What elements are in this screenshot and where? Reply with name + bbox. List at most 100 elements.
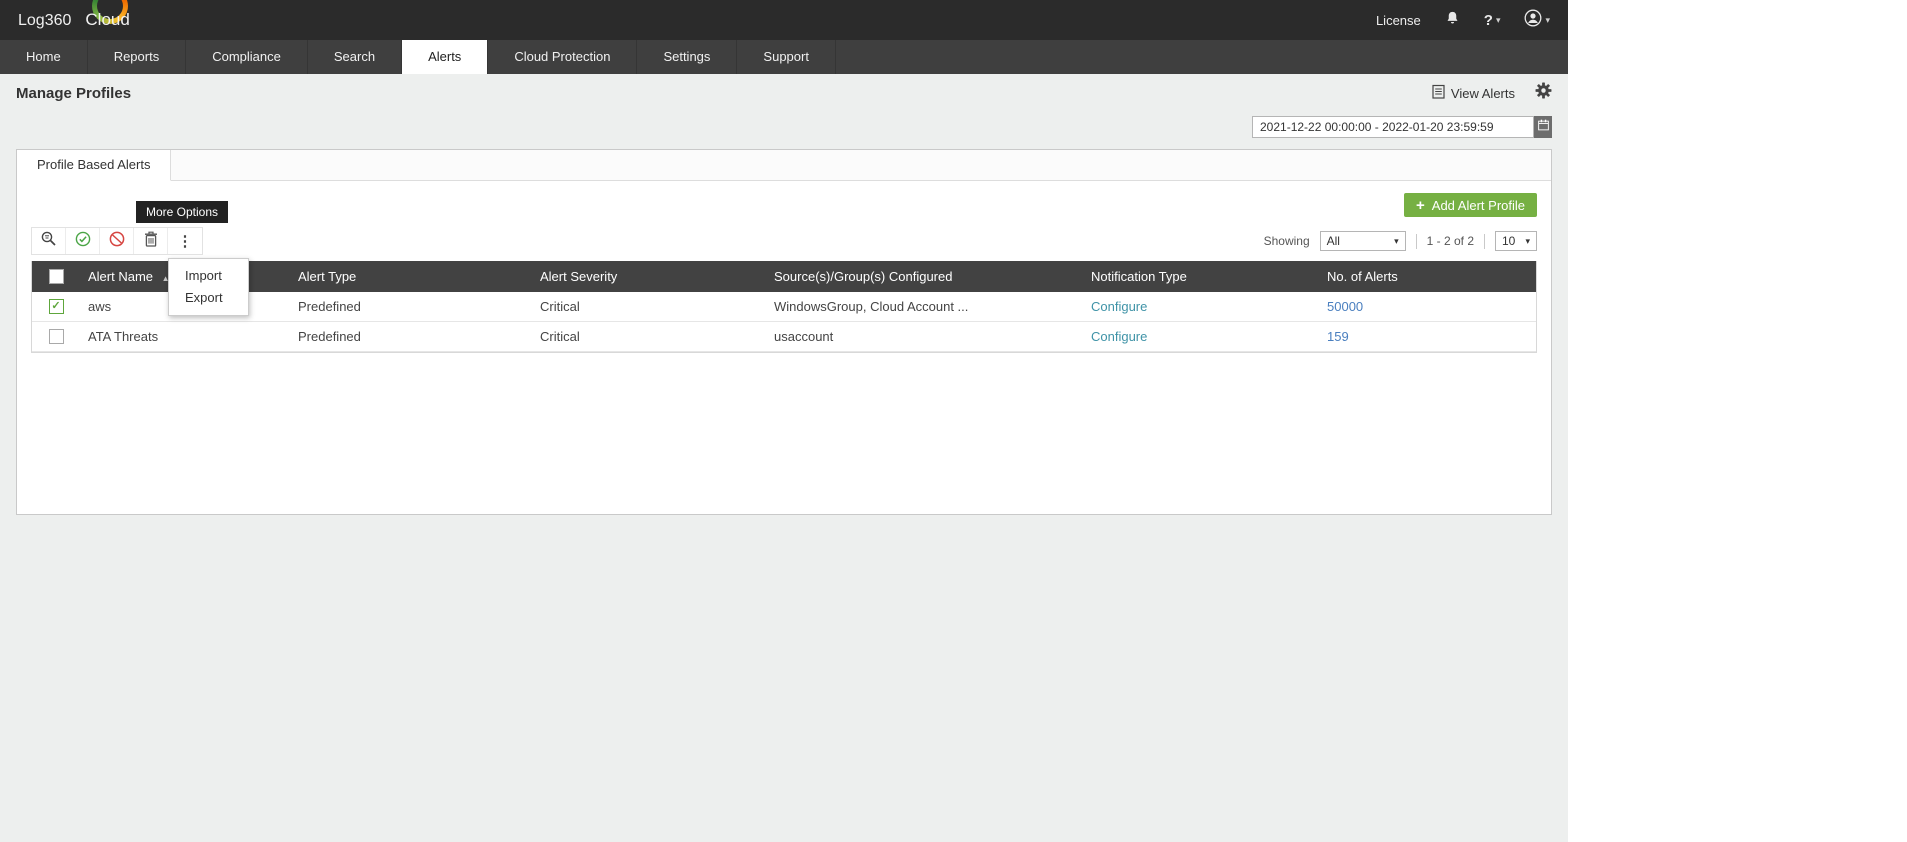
configure-link[interactable]: Configure [1091,329,1147,344]
list-controls: Showing All ▾ 1 - 2 of 2 10 ▾ [1264,231,1537,251]
search-icon [40,230,57,252]
enable-button[interactable] [66,228,100,254]
trash-icon [144,231,158,252]
topbar-actions: License ? ▾ ▾ [1376,9,1550,32]
date-range-row [16,116,1552,138]
row-checkbox-cell [32,329,80,344]
sources-cell: WindowsGroup, Cloud Account ... [774,299,969,314]
search-button[interactable] [32,228,66,254]
app-window: Log360 Cloud License ? ▾ ▾ Home Reports … [0,0,1568,842]
page-size-value: 10 [1502,234,1516,248]
gear-icon [1535,82,1552,104]
profile-alerts-panel: Profile Based Alerts + Add Alert Profile [16,149,1552,515]
menu-item-import[interactable]: Import [169,265,248,287]
column-header-alert-severity[interactable]: Alert Severity [532,269,766,284]
calendar-button[interactable] [1534,116,1552,138]
select-all-cell [32,269,80,284]
nav-tab-cloud-protection[interactable]: Cloud Protection [488,40,638,74]
notifications-button[interactable] [1445,10,1460,31]
menu-item-export[interactable]: Export [169,287,248,309]
configure-link[interactable]: Configure [1091,299,1147,314]
help-icon: ? [1483,11,1493,29]
vertical-ellipsis-icon: ⋮ [177,232,193,250]
nav-tab-reports[interactable]: Reports [88,40,187,74]
logo-text-primary: Log360 [18,12,72,29]
nav-tab-search[interactable]: Search [308,40,403,74]
column-header-alert-type[interactable]: Alert Type [290,269,532,284]
date-range-picker [1252,116,1552,138]
settings-gear-button[interactable] [1535,82,1552,104]
column-header-notification-type[interactable]: Notification Type [1083,269,1319,284]
column-header-label: Alert Name [88,269,154,284]
block-circle-icon [109,231,125,252]
chevron-down-icon: ▾ [1394,235,1399,246]
page-content: Manage Profiles View Alerts 2021-12-22 0… [0,74,1568,515]
page-header: Manage Profiles View Alerts [16,74,1552,112]
row-checkbox[interactable]: ✓ [48,299,64,314]
row-checkbox-cell: ✓ [32,299,80,314]
panel-body: + Add Alert Profile ⋮ Showing All ▾ 1 - … [17,181,1551,363]
add-row: + Add Alert Profile [31,193,1537,217]
column-header-no-of-alerts[interactable]: No. of Alerts [1319,269,1536,284]
alert-count-cell: 159 [1319,329,1536,344]
disable-button[interactable] [100,228,134,254]
divider [1415,233,1417,249]
nav-tab-home[interactable]: Home [0,40,88,74]
date-range-input[interactable] [1252,116,1534,138]
user-menu-button[interactable]: ▾ [1524,9,1550,32]
plus-icon: + [1416,196,1425,214]
add-alert-profile-button[interactable]: + Add Alert Profile [1404,193,1537,217]
add-alert-profile-label: Add Alert Profile [1431,197,1525,213]
chevron-down-icon: ▾ [1545,14,1550,25]
notification-type-cell: Configure [1083,299,1319,314]
help-menu-button[interactable]: ? ▾ [1484,12,1501,29]
logo-text-secondary: Cloud [85,10,130,29]
table-row: ✓ aws Predefined Critical WindowsGroup, … [32,292,1536,322]
alert-severity-cell: Critical [540,299,580,314]
alert-name-cell: ATA Threats [88,329,159,344]
view-alerts-label: View Alerts [1450,85,1515,101]
nav-tab-support[interactable]: Support [737,40,836,74]
nav-tab-settings[interactable]: Settings [637,40,738,74]
showing-filter-value: All [1326,234,1340,248]
pagination-range: 1 - 2 of 2 [1426,234,1474,248]
table-toolbar: ⋮ Showing All ▾ 1 - 2 of 2 10 ▾ [31,227,1537,255]
view-alerts-button[interactable]: View Alerts [1432,84,1515,102]
tab-profile-based-alerts[interactable]: Profile Based Alerts [17,150,172,181]
panel-tabstrip: Profile Based Alerts [17,150,1551,181]
alert-type-cell: Predefined [298,299,361,314]
bell-icon [1445,10,1460,31]
nav-tab-alerts[interactable]: Alerts [402,40,489,74]
page-size-select[interactable]: 10 ▾ [1495,231,1537,251]
nav-tab-compliance[interactable]: Compliance [186,40,308,74]
alert-severity-cell: Critical [540,329,580,344]
app-logo[interactable]: Log360 Cloud [18,10,130,30]
more-options-button[interactable]: ⋮ [168,228,202,254]
delete-button[interactable] [134,228,168,254]
license-link[interactable]: License [1376,13,1421,28]
alert-count-cell: 50000 [1319,299,1536,314]
toolbar-actions: ⋮ [31,227,203,255]
chevron-down-icon: ▾ [1495,14,1501,25]
table-row: ATA Threats Predefined Critical usaccoun… [32,322,1536,352]
table-header-row: Alert Name ▲ Alert Type Alert Severity S… [32,261,1536,292]
sources-cell: usaccount [774,329,834,344]
page-header-actions: View Alerts [1432,82,1552,104]
check-circle-icon [75,231,91,252]
column-header-sources[interactable]: Source(s)/Group(s) Configured [766,269,1083,284]
row-checkbox[interactable] [48,329,64,344]
topbar: Log360 Cloud License ? ▾ ▾ [0,0,1568,40]
alert-count-link[interactable]: 159 [1327,329,1349,344]
more-options-tooltip: More Options [136,201,229,223]
select-all-checkbox[interactable] [48,269,64,284]
divider [1484,233,1485,249]
alert-list-icon [1432,84,1445,102]
chevron-down-icon: ▾ [1525,235,1530,246]
showing-label: Showing [1263,234,1310,248]
showing-filter-select[interactable]: All ▾ [1319,231,1406,251]
page-title: Manage Profiles [16,84,132,102]
more-options-menu: Import Export [168,258,249,316]
notification-type-cell: Configure [1083,329,1319,344]
alert-count-link[interactable]: 50000 [1327,299,1363,314]
calendar-icon [1537,118,1549,136]
